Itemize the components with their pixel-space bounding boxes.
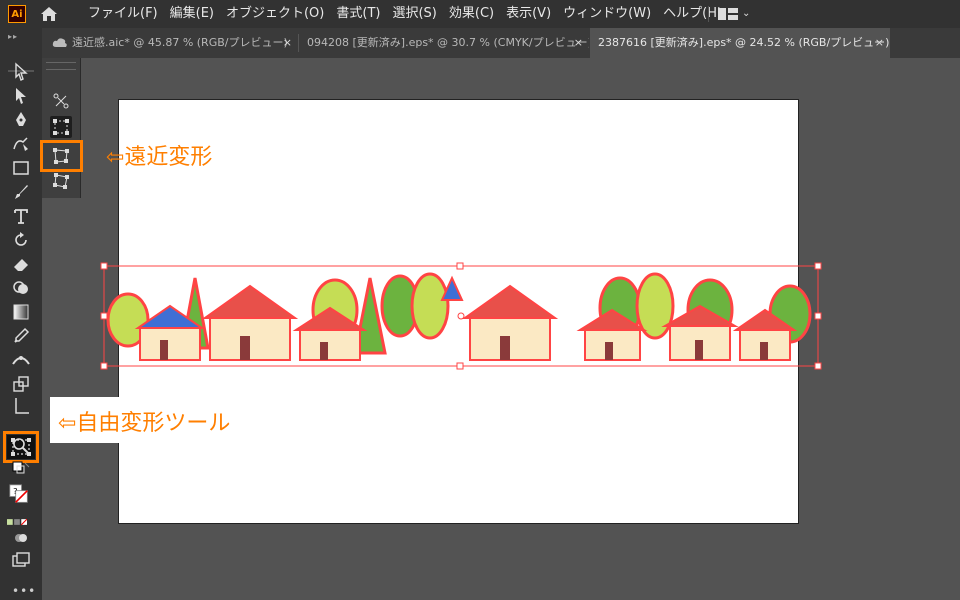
close-icon[interactable]: × — [574, 28, 583, 58]
menu-bar: Ai ファイル(F) 編集(E) オブジェクト(O) 書式(T) 選択(S) 効… — [0, 0, 960, 28]
eyedropper-tool-icon[interactable] — [11, 326, 31, 346]
town-illustration[interactable] — [100, 258, 822, 372]
menu-window[interactable]: ウィンドウ(W) — [563, 0, 651, 28]
tab-label: 遠近感.aic* @ 45.87 % (RGB/プレビュー) — [72, 36, 288, 49]
tab-document-1[interactable]: 遠近感.aic* @ 45.87 % (RGB/プレビュー) × — [42, 28, 298, 58]
scale-tool-icon[interactable] — [11, 374, 31, 394]
close-icon[interactable]: × — [283, 28, 292, 58]
width-tool-icon[interactable] — [11, 350, 31, 370]
cloud-icon — [52, 38, 67, 47]
artboard-tool-icon[interactable] — [11, 396, 31, 416]
document-tabs: 遠近感.aic* @ 45.87 % (RGB/プレビュー) × 094208 … — [42, 28, 960, 58]
flyout-grip — [46, 62, 76, 70]
flyout-free-distort-icon[interactable] — [50, 170, 72, 192]
curvature-tool-icon[interactable] — [11, 134, 31, 154]
workspace-layout-icon[interactable] — [718, 8, 738, 20]
flyout-puppet-warp-icon[interactable] — [50, 90, 72, 112]
free-transform-flyout — [42, 58, 81, 198]
menu-view[interactable]: 表示(V) — [506, 0, 551, 28]
screen-mode-icon[interactable] — [11, 550, 31, 570]
menu-separator — [708, 6, 709, 22]
swap-fill-stroke-icon[interactable] — [11, 460, 31, 480]
perspective-distort-annotation: ⇦遠近変形 — [106, 145, 213, 170]
tools-panel: ▸▸ ••• — [0, 28, 42, 600]
home-icon[interactable] — [40, 6, 58, 22]
zoom-tool-icon[interactable] — [11, 436, 31, 456]
tab-label: 094208 [更新済み].eps* @ 30.7 % (CMYK/プレビュー) — [307, 36, 589, 49]
chevron-down-icon[interactable]: ⌄ — [742, 8, 750, 19]
selection-tool-icon[interactable] — [11, 62, 31, 82]
close-icon[interactable]: × — [875, 28, 884, 58]
menu-select[interactable]: 選択(S) — [392, 0, 436, 28]
menu-type[interactable]: 書式(T) — [336, 0, 380, 28]
tab-document-3-active[interactable]: 2387616 [更新済み].eps* @ 24.52 % (RGB/プレビュー… — [590, 28, 890, 58]
illustrator-logo: Ai — [8, 5, 26, 23]
menu-help[interactable]: ヘルプ(H) — [663, 0, 722, 28]
more-tools-icon[interactable]: ••• — [12, 584, 36, 598]
rotate-tool-icon[interactable] — [11, 230, 31, 250]
tab-label: 2387616 [更新済み].eps* @ 24.52 % (RGB/プレビュー… — [598, 36, 890, 49]
eraser-tool-icon[interactable] — [11, 254, 31, 274]
flyout-free-transform-icon[interactable] — [50, 116, 72, 138]
drawing-mode-icon[interactable] — [11, 528, 31, 548]
pen-tool-icon[interactable] — [11, 110, 31, 130]
panel-collapse-icon[interactable]: ▸▸ — [8, 32, 18, 41]
shape-builder-tool-icon[interactable] — [11, 278, 31, 298]
tab-document-2[interactable]: 094208 [更新済み].eps* @ 30.7 % (CMYK/プレビュー)… — [299, 28, 589, 58]
menu-effect[interactable]: 効果(C) — [449, 0, 494, 28]
main-menu: ファイル(F) 編集(E) オブジェクト(O) 書式(T) 選択(S) 効果(C… — [88, 0, 734, 28]
free-transform-annotation: ⇦自由変形ツール — [58, 411, 231, 436]
paintbrush-tool-icon[interactable] — [11, 182, 31, 202]
fill-stroke-swatch-icon[interactable]: ? — [9, 484, 33, 508]
menu-file[interactable]: ファイル(F) — [88, 0, 158, 28]
perspective-distort-highlight-box — [40, 140, 83, 172]
rectangle-tool-icon[interactable] — [11, 158, 31, 178]
type-tool-icon[interactable] — [11, 206, 31, 226]
gradient-tool-icon[interactable] — [11, 302, 31, 322]
direct-selection-tool-icon[interactable] — [11, 86, 31, 106]
menu-object[interactable]: オブジェクト(O) — [226, 0, 324, 28]
menu-edit[interactable]: 編集(E) — [170, 0, 214, 28]
